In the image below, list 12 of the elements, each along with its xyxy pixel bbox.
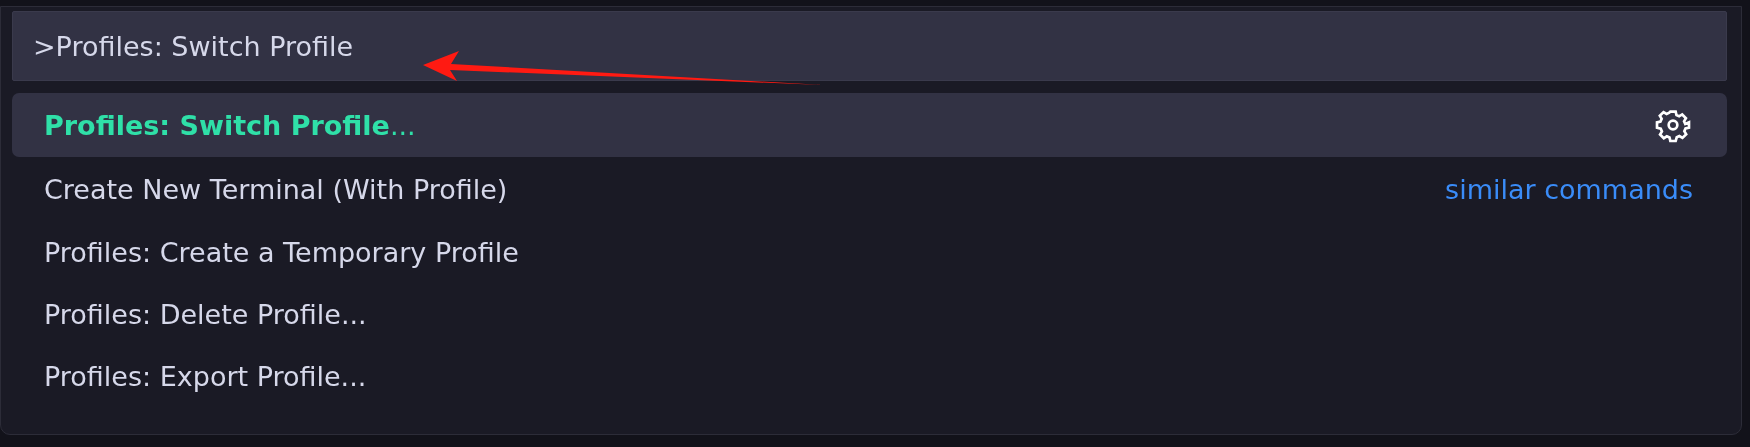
command-label: Profiles: Switch Profile... bbox=[44, 109, 416, 141]
similar-commands-link[interactable]: similar commands bbox=[1445, 173, 1693, 205]
command-item[interactable]: Profiles: Create a Temporary Profile bbox=[12, 221, 1727, 283]
command-item[interactable]: Profiles: Export Profile... bbox=[12, 345, 1727, 407]
command-item[interactable]: Profiles: Switch Profile... bbox=[12, 93, 1727, 157]
command-label: Profiles: Create a Temporary Profile bbox=[44, 236, 519, 268]
command-label: Profiles: Export Profile... bbox=[44, 360, 367, 392]
command-item[interactable]: Profiles: Delete Profile... bbox=[12, 283, 1727, 345]
command-label: Profiles: Delete Profile... bbox=[44, 298, 367, 330]
command-label: Create New Terminal (With Profile) bbox=[44, 173, 508, 205]
command-item[interactable]: Create New Terminal (With Profile) similar commands bbox=[12, 157, 1727, 221]
command-input-field[interactable]: >Profiles: Switch Profile bbox=[12, 11, 1727, 81]
